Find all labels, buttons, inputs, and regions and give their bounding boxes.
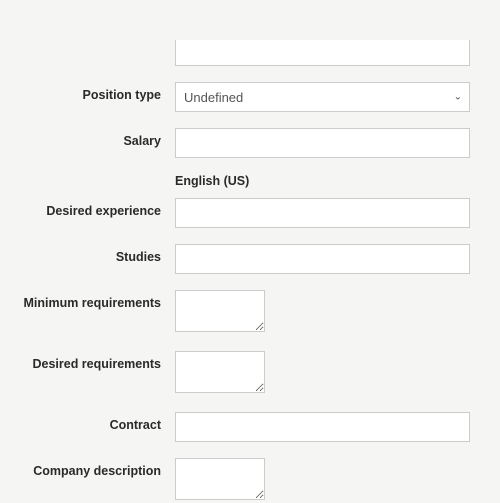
input-col-position-type: Undefined ⌄ — [175, 82, 470, 112]
input-col-desired-experience — [175, 198, 470, 228]
row-contract: Contract — [0, 412, 470, 442]
input-col-studies — [175, 244, 470, 274]
label-studies: Studies — [0, 244, 175, 264]
job-form: Position type Undefined ⌄ Salary English… — [0, 40, 500, 503]
input-col-salary — [175, 128, 470, 158]
label-empty — [0, 40, 175, 46]
desired-experience-input[interactable] — [175, 198, 470, 228]
select-wrap-position-type: Undefined ⌄ — [175, 82, 470, 112]
company-description-textarea[interactable] — [175, 458, 265, 500]
minimum-requirements-textarea[interactable] — [175, 290, 265, 332]
row-studies: Studies — [0, 244, 470, 274]
partial-field-bottom[interactable] — [175, 40, 470, 66]
input-col-company-description — [175, 458, 470, 503]
desired-requirements-textarea[interactable] — [175, 351, 265, 393]
label-salary: Salary — [0, 128, 175, 148]
position-type-select[interactable]: Undefined — [175, 82, 470, 112]
input-col-contract — [175, 412, 470, 442]
row-desired-requirements: Desired requirements — [0, 351, 470, 396]
label-empty-lang — [0, 174, 175, 180]
row-salary: Salary — [0, 128, 470, 158]
studies-input[interactable] — [175, 244, 470, 274]
input-col-desired-requirements — [175, 351, 470, 396]
input-col-minimum-requirements — [175, 290, 470, 335]
row-minimum-requirements: Minimum requirements — [0, 290, 470, 335]
label-desired-requirements: Desired requirements — [0, 351, 175, 371]
language-section-label: English (US) — [175, 174, 470, 188]
label-desired-experience: Desired experience — [0, 198, 175, 218]
input-col-partial — [175, 40, 470, 66]
row-desired-experience: Desired experience — [0, 198, 470, 228]
row-company-description: Company description — [0, 458, 470, 503]
row-position-type: Position type Undefined ⌄ — [0, 82, 470, 112]
label-minimum-requirements: Minimum requirements — [0, 290, 175, 310]
contract-input[interactable] — [175, 412, 470, 442]
row-language-header: English (US) — [0, 174, 470, 194]
salary-input[interactable] — [175, 128, 470, 158]
label-position-type: Position type — [0, 82, 175, 102]
label-company-description: Company description — [0, 458, 175, 478]
row-partial-top — [0, 40, 470, 66]
input-col-lang: English (US) — [175, 174, 470, 194]
label-contract: Contract — [0, 412, 175, 432]
